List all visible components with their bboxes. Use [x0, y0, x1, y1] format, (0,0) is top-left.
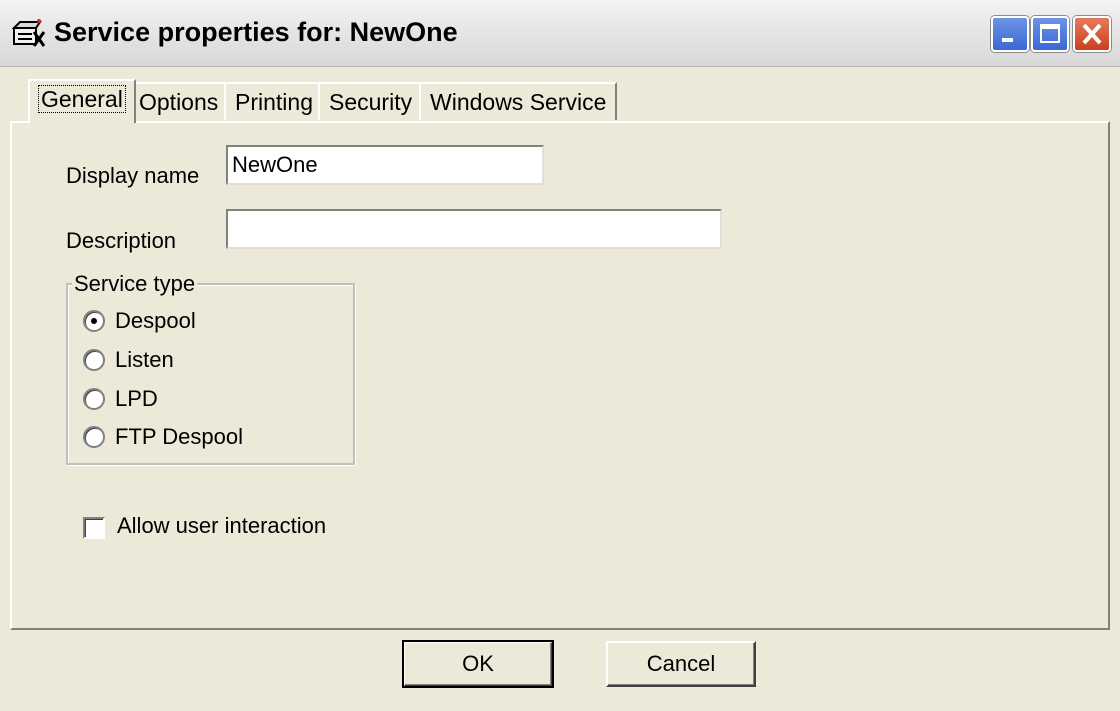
radio-button[interactable] — [83, 310, 105, 332]
tab-label: Windows Service — [430, 89, 607, 115]
ok-button[interactable]: OK — [402, 640, 554, 688]
service-type-legend: Service type — [72, 271, 198, 297]
allow-user-interaction-label[interactable]: Allow user interaction — [117, 513, 326, 539]
service-type-group: Service type Despool Listen LPD FTP Desp… — [66, 271, 355, 465]
allow-user-interaction-checkbox[interactable] — [83, 517, 105, 539]
radio-label: LPD — [115, 386, 158, 411]
radio-label: FTP Despool — [115, 424, 243, 449]
radio-button[interactable] — [83, 349, 105, 371]
radio-label: Despool — [115, 308, 196, 333]
tab-general[interactable]: General — [28, 79, 136, 123]
service-properties-window: Service properties for: NewOne General O… — [0, 0, 1120, 711]
cancel-button[interactable]: Cancel — [606, 641, 756, 687]
radio-lpd[interactable]: LPD — [83, 384, 333, 414]
maximize-button[interactable] — [1031, 16, 1069, 52]
minimize-button[interactable] — [991, 16, 1029, 52]
general-tab-panel: Display name Description Service type De… — [10, 121, 1110, 630]
service-icon — [11, 18, 46, 48]
radio-listen[interactable]: Listen — [83, 345, 333, 375]
tab-label: Security — [329, 89, 413, 115]
description-label: Description — [66, 228, 177, 253]
radio-selected-dot — [91, 318, 97, 324]
tab-options[interactable]: Options — [128, 82, 230, 120]
radio-ftp-despool[interactable]: FTP Despool — [83, 422, 333, 452]
title-bar[interactable]: Service properties for: NewOne — [0, 0, 1120, 67]
maximize-icon — [1040, 24, 1060, 43]
tab-label: General — [38, 85, 126, 113]
display-name-label: Display name — [66, 163, 200, 188]
radio-label: Listen — [115, 347, 174, 372]
tab-printing[interactable]: Printing — [224, 82, 324, 120]
radio-button[interactable] — [83, 388, 105, 410]
tab-security[interactable]: Security — [318, 82, 424, 120]
tab-label: Printing — [235, 89, 313, 115]
minimize-icon — [1002, 38, 1013, 42]
tab-label: Options — [139, 89, 219, 115]
description-input[interactable] — [226, 209, 722, 249]
display-name-input[interactable] — [226, 145, 544, 185]
window-title: Service properties for: NewOne — [54, 17, 458, 47]
tab-windows-service[interactable]: Windows Service — [419, 82, 618, 120]
close-icon — [1082, 23, 1102, 45]
close-button[interactable] — [1073, 16, 1111, 52]
radio-despool[interactable]: Despool — [83, 306, 333, 336]
radio-button[interactable] — [83, 426, 105, 448]
